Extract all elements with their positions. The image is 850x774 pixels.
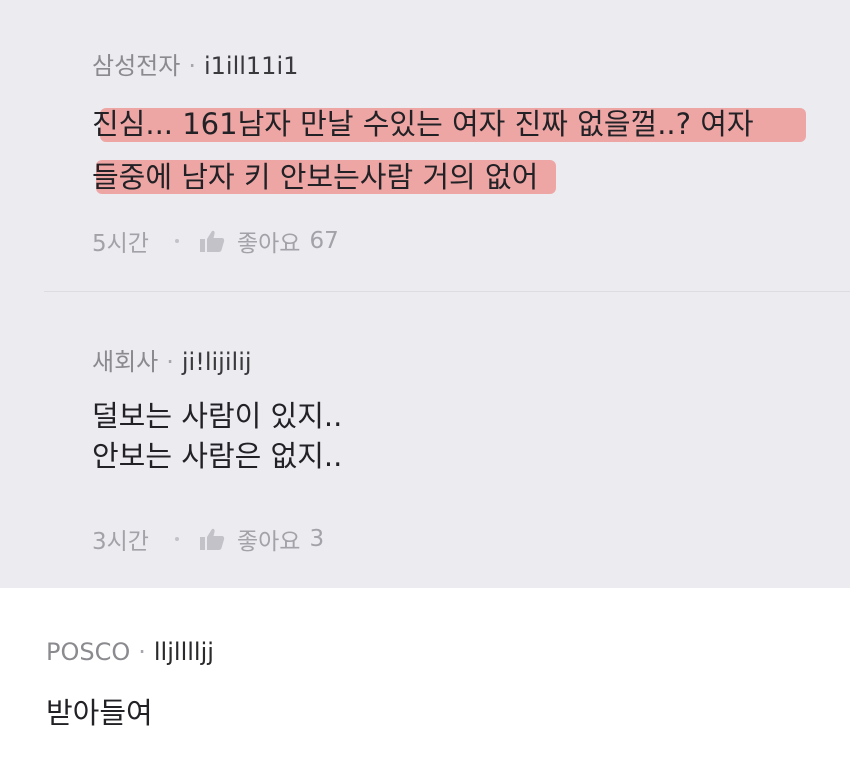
meta-separator: · bbox=[138, 638, 146, 666]
company-name[interactable]: POSCO bbox=[46, 638, 130, 666]
comment-body: 덜보는 사람이 있지.. 안보는 사람은 없지.. bbox=[92, 396, 342, 476]
comment-time: 5시간 bbox=[92, 231, 149, 257]
dot-separator bbox=[174, 239, 179, 243]
comment-time: 3시간 bbox=[92, 529, 149, 555]
thumbs-up-icon[interactable] bbox=[199, 229, 225, 253]
user-name[interactable]: lljlllljj bbox=[154, 638, 214, 666]
comment-meta: 삼성전자 · i1ill11i1 bbox=[92, 46, 298, 81]
user-name[interactable]: ji!lijilij bbox=[182, 348, 252, 376]
comment-meta: 새회사 · ji!lijilij bbox=[92, 342, 252, 377]
thumbs-up-icon[interactable] bbox=[199, 527, 225, 551]
comment-line: 덜보는 사람이 있지.. bbox=[92, 399, 343, 433]
comment-body: 받아들여 bbox=[46, 688, 153, 738]
company-name[interactable]: 삼성전자 bbox=[92, 52, 180, 80]
like-label[interactable]: 좋아요 bbox=[237, 522, 300, 556]
comment-actions: 5시간 좋아요 67 bbox=[92, 224, 339, 258]
like-label[interactable]: 좋아요 bbox=[237, 224, 300, 258]
reply-thread: 삼성전자 · i1ill11i1 진심... 161남자 만날 수있는 여자 진짜 … bbox=[0, 0, 850, 588]
comment-line: 진심... 161남자 만날 수있는 여자 진짜 없을껄..? 여자 bbox=[92, 107, 754, 141]
company-name[interactable]: 새회사 bbox=[92, 348, 158, 376]
comment-divider bbox=[44, 291, 850, 292]
meta-separator: · bbox=[166, 348, 174, 376]
meta-separator: · bbox=[188, 52, 196, 80]
like-count: 3 bbox=[309, 526, 325, 552]
comment-line: 받아들여 bbox=[46, 696, 153, 730]
comment-actions: 3시간 좋아요 3 bbox=[92, 522, 324, 556]
dot-separator bbox=[174, 537, 179, 541]
comment-line: 들중에 남자 키 안보는사람 거의 없어 bbox=[92, 160, 539, 194]
user-name[interactable]: i1ill11i1 bbox=[204, 52, 298, 80]
comment-meta: POSCO · lljlllljj bbox=[46, 638, 214, 666]
like-count: 67 bbox=[309, 228, 339, 254]
comment-line: 안보는 사람은 없지.. bbox=[92, 439, 343, 473]
comment-body: 진심... 161남자 만날 수있는 여자 진짜 없을껄..? 여자 들중에 남… bbox=[92, 98, 754, 204]
